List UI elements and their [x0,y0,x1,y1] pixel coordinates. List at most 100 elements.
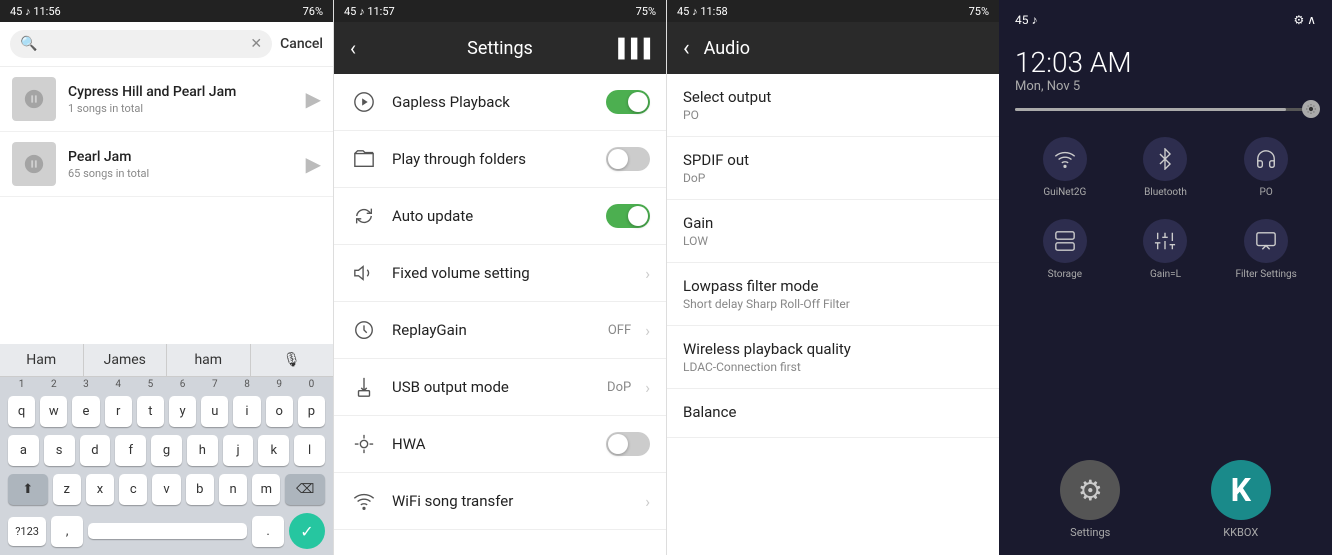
replaygain-icon [350,316,378,344]
key-m[interactable]: m [252,474,280,505]
key-u[interactable]: u [201,396,228,427]
enter-key[interactable]: ✓ [289,513,325,549]
qs-status-bar: 45 ♪ ⚙ ∧ [999,0,1332,40]
key-e[interactable]: e [72,396,99,427]
key-j[interactable]: j [223,435,254,466]
audio-panel: 45 ♪ 11:58 75% ‹ Audio Select output PO … [666,0,999,555]
key-n[interactable]: n [219,474,247,505]
suggest-ham[interactable]: Ham [0,344,84,376]
result-item-2[interactable]: Pearl Jam 65 songs in total ▶ [0,132,333,197]
space-key[interactable] [88,523,247,539]
key-y[interactable]: y [169,396,196,427]
key-g[interactable]: g [151,435,182,466]
settings-item-autoupdate[interactable]: Auto update [334,188,666,245]
chevron-wifi: › [645,492,650,511]
cancel-button[interactable]: Cancel [280,36,323,52]
sym-key[interactable]: ?123 [8,517,46,546]
settings-item-hwa[interactable]: HWA [334,416,666,473]
audio-item-balance[interactable]: Balance [667,389,999,438]
num-9: 9 [266,379,293,390]
suggest-ham2[interactable]: ham [167,344,251,376]
quick-settings-panel: 45 ♪ ⚙ ∧ 12:03 AM Mon, Nov 5 GuiNet2G Bl… [999,0,1332,555]
qs-tile-po[interactable]: PO [1216,127,1316,208]
usb-icon [350,373,378,401]
equalizer-icon[interactable]: ▐▐▐ [612,38,650,59]
audio-spdif-sub: DoP [683,171,983,185]
clear-icon[interactable]: ✕ [250,36,262,52]
key-s[interactable]: s [44,435,75,466]
chevron-replaygain: › [645,321,650,340]
shift-key[interactable]: ⬆ [8,474,48,505]
avatar-2 [12,142,56,186]
backspace-key[interactable]: ⌫ [285,474,325,505]
search-input-wrap[interactable]: 🔍 pearl jam ✕ [10,30,272,58]
comma-key[interactable]: , [51,516,83,547]
settings-item-gapless[interactable]: Gapless Playback [334,74,666,131]
volume-label: Fixed volume setting [392,264,631,282]
key-f[interactable]: f [115,435,146,466]
audio-item-spdif[interactable]: SPDIF out DoP [667,137,999,200]
usb-value: DoP [607,380,631,395]
key-w[interactable]: w [40,396,67,427]
suggest-james[interactable]: James [84,344,168,376]
key-b[interactable]: b [186,474,214,505]
autoupdate-toggle[interactable] [606,204,650,228]
settings-item-replaygain[interactable]: ReplayGain OFF › [334,302,666,359]
audio-item-output[interactable]: Select output PO [667,74,999,137]
period-key[interactable]: . [252,516,284,547]
chevron-volume: › [645,264,650,283]
audio-balance-title: Balance [683,403,983,421]
qs-tile-bluetooth[interactable]: Bluetooth [1116,127,1216,208]
audio-gain-title: Gain [683,214,983,232]
settings-item-wifi[interactable]: WiFi song transfer › [334,473,666,530]
qs-tile-gain[interactable]: Gain=L [1116,209,1216,290]
brightness-thumb[interactable] [1302,100,1320,118]
hwa-toggle[interactable] [606,432,650,456]
brightness-slider[interactable] [1015,108,1316,111]
key-z[interactable]: z [53,474,81,505]
key-q[interactable]: q [8,396,35,427]
qs-app-kkbox[interactable]: K KKBOX [1211,460,1271,539]
audio-wireless-sub: LDAC-Connection first [683,360,983,374]
key-o[interactable]: o [266,396,293,427]
mic-icon[interactable]: 🎙 [251,344,334,376]
audio-item-gain[interactable]: Gain LOW [667,200,999,263]
key-a[interactable]: a [8,435,39,466]
folders-toggle[interactable] [606,147,650,171]
audio-item-lowpass[interactable]: Lowpass filter mode Short delay Sharp Ro… [667,263,999,326]
key-l[interactable]: l [294,435,325,466]
settings-item-volume[interactable]: Fixed volume setting › [334,245,666,302]
result-item-1[interactable]: Cypress Hill and Pearl Jam 1 songs in to… [0,67,333,132]
settings-item-usb[interactable]: USB output mode DoP › [334,359,666,416]
key-c[interactable]: c [119,474,147,505]
key-k[interactable]: k [258,435,289,466]
play-icon-1[interactable]: ▶ [306,87,321,111]
qs-status-left: 45 ♪ [1015,13,1037,27]
settings-item-folders[interactable]: Play through folders [334,131,666,188]
key-v[interactable]: v [152,474,180,505]
result-sub-2: 65 songs in total [68,167,294,180]
audio-back-button[interactable]: ‹ [683,36,690,61]
qs-tile-filter[interactable]: Filter Settings [1216,209,1316,290]
search-input[interactable]: pearl jam [43,36,244,52]
key-t[interactable]: t [137,396,164,427]
status-left-2: 45 ♪ 11:57 [344,5,395,18]
gapless-toggle[interactable] [606,90,650,114]
key-r[interactable]: r [105,396,132,427]
qs-tile-guinet[interactable]: GuiNet2G [1015,127,1115,208]
qs-tile-storage[interactable]: Storage [1015,209,1115,290]
audio-item-wireless[interactable]: Wireless playback quality LDAC-Connectio… [667,326,999,389]
key-p[interactable]: p [298,396,325,427]
settings-back-button[interactable]: ‹ [350,36,356,60]
key-d[interactable]: d [80,435,111,466]
chevron-usb: › [645,378,650,397]
key-h[interactable]: h [187,435,218,466]
audio-title: Audio [704,38,750,59]
audio-output-title: Select output [683,88,983,106]
num-8: 8 [233,379,260,390]
play-icon-2[interactable]: ▶ [306,152,321,176]
key-i[interactable]: i [233,396,260,427]
audio-output-sub: PO [683,108,983,122]
key-x[interactable]: x [86,474,114,505]
qs-app-settings[interactable]: ⚙ Settings [1060,460,1120,539]
